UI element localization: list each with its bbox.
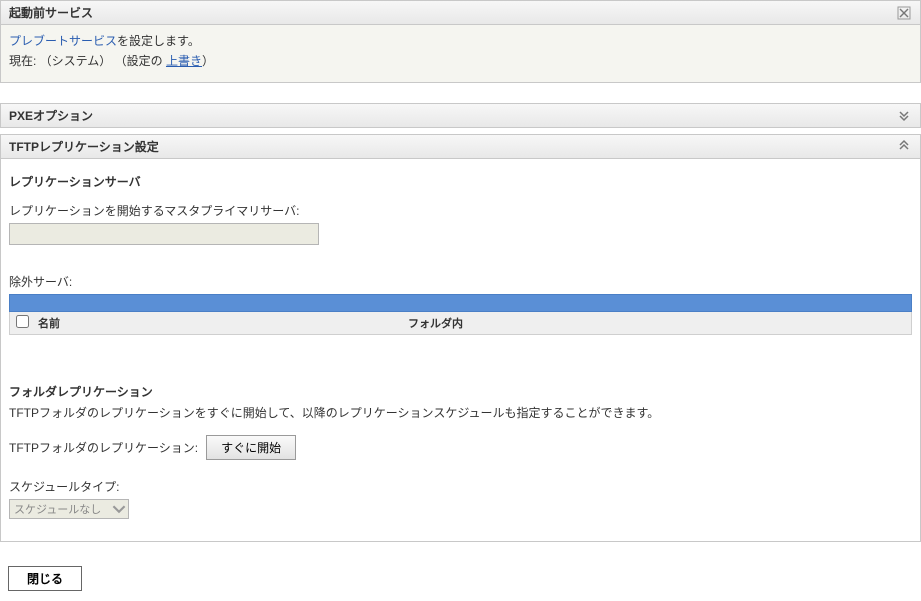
footer: 閉じる — [0, 560, 921, 599]
replication-server-heading: レプリケーションサーバ — [9, 173, 912, 190]
excluded-server-toolbar — [9, 294, 912, 312]
tftp-replication-title: TFTPレプリケーション設定 — [9, 138, 896, 155]
chevron-down-icon — [112, 502, 126, 516]
folder-replication-row: TFTPフォルダのレプリケーション: すぐに開始 — [9, 435, 912, 460]
select-all-checkbox[interactable] — [16, 315, 29, 328]
schedule-type-label: スケジュールタイプ: — [9, 478, 912, 495]
folder-replication-desc: TFTPフォルダのレプリケーションをすぐに開始して、以降のレプリケーションスケジ… — [9, 404, 912, 421]
collapse-icon[interactable] — [896, 138, 912, 154]
close-button[interactable]: 閉じる — [8, 566, 82, 591]
expand-icon[interactable] — [896, 107, 912, 123]
tftp-replication-header[interactable]: TFTPレプリケーション設定 — [0, 134, 921, 159]
current-suffix: ） — [202, 54, 214, 68]
preboot-services-title: 起動前サービス — [9, 4, 896, 21]
folder-replication-label: TFTPフォルダのレプリケーション: — [9, 439, 198, 456]
preboot-suffix: を設定します。 — [117, 34, 200, 48]
column-folder: フォルダ内 — [408, 315, 905, 331]
excluded-server-table-head: 名前 フォルダ内 — [9, 312, 912, 335]
schedule-type-select[interactable]: スケジュールなし — [9, 499, 129, 519]
tftp-replication-body: レプリケーションサーバ レプリケーションを開始するマスタプライマリサーバ: 除外… — [0, 159, 921, 542]
folder-replication-heading: フォルダレプリケーション — [9, 383, 912, 400]
preboot-current-line: 現在: （システム） （設定の 上書き） — [9, 51, 912, 71]
preboot-line1: プレブートサービスを設定します。 — [9, 31, 912, 51]
pxe-options-title: PXEオプション — [9, 107, 896, 124]
master-server-input[interactable] — [9, 223, 319, 245]
master-server-label: レプリケーションを開始するマスタプライマリサーバ: — [9, 202, 912, 219]
select-all-cell — [16, 315, 38, 331]
overwrite-link[interactable]: 上書き — [166, 54, 202, 68]
current-prefix: 現在: （システム） （設定の — [9, 54, 166, 68]
preboot-info-box: プレブートサービスを設定します。 現在: （システム） （設定の 上書き） — [0, 25, 921, 83]
schedule-type-value: スケジュールなし — [14, 501, 101, 517]
preboot-services-header: 起動前サービス — [0, 0, 921, 25]
start-now-button[interactable]: すぐに開始 — [206, 435, 296, 460]
preboot-service-link[interactable]: プレブートサービス — [9, 34, 117, 48]
excluded-server-label: 除外サーバ: — [9, 273, 912, 290]
close-icon[interactable] — [896, 5, 912, 21]
pxe-options-header[interactable]: PXEオプション — [0, 103, 921, 128]
column-name: 名前 — [38, 315, 408, 331]
